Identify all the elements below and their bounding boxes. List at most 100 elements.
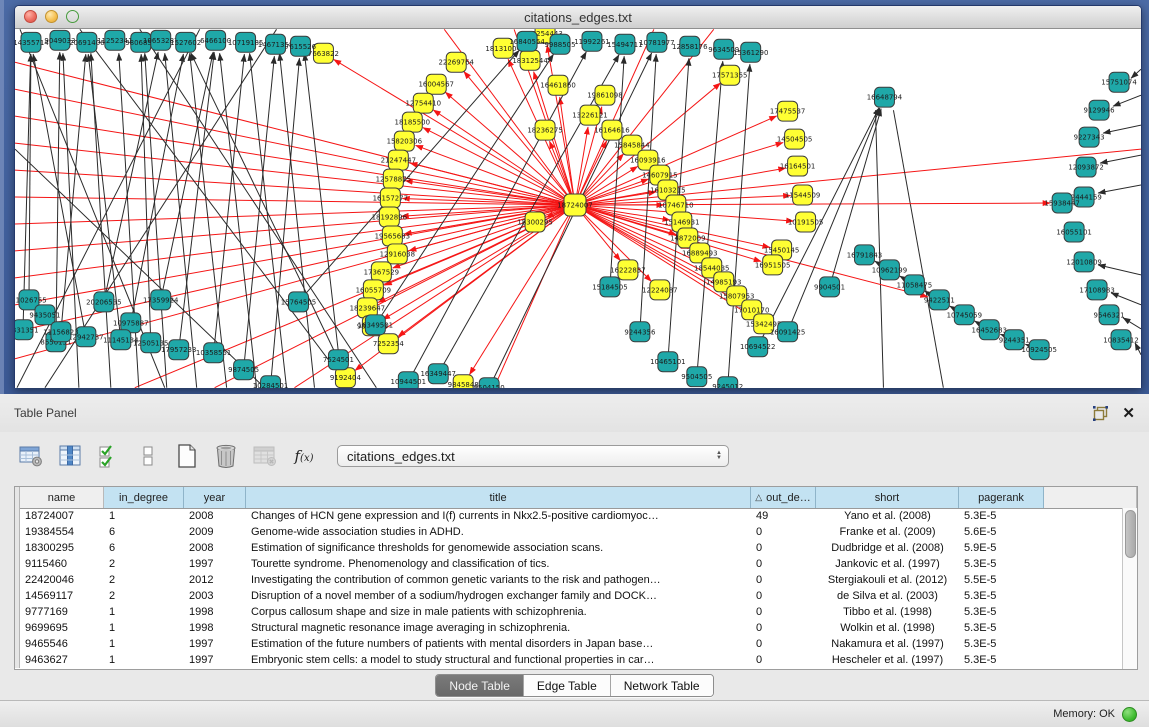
cell-in_degree[interactable]: 1 <box>104 510 184 522</box>
cell-title[interactable]: Investigating the contribution of common… <box>246 574 751 586</box>
table-row[interactable]: 977716911998Corpus callosum shape and si… <box>15 604 1122 620</box>
column-header-name[interactable]: name <box>20 487 104 508</box>
cell-year[interactable]: 2008 <box>184 510 246 522</box>
cell-short[interactable]: Dudbridge et al. (2008) <box>816 542 959 554</box>
cell-title[interactable]: Disruption of a novel member of a sodium… <box>246 590 751 602</box>
cell-name[interactable]: 19384554 <box>20 526 104 538</box>
cell-in_degree[interactable]: 6 <box>104 526 184 538</box>
cell-pagerank[interactable]: 5.3E-5 <box>959 510 1044 522</box>
cell-name[interactable]: 9777169 <box>20 606 104 618</box>
cell-year[interactable]: 1997 <box>184 638 246 650</box>
cell-year[interactable]: 2012 <box>184 574 246 586</box>
cell-name[interactable]: 9699695 <box>20 622 104 634</box>
cell-out_degree[interactable]: 0 <box>751 638 816 650</box>
cell-name[interactable]: 18300295 <box>20 542 104 554</box>
cell-short[interactable]: de Silva et al. (2003) <box>816 590 959 602</box>
zoom-window-button[interactable] <box>66 10 79 23</box>
cell-title[interactable]: Structural magnetic resonance image aver… <box>246 622 751 634</box>
table-row[interactable]: 969969511998Structural magnetic resonanc… <box>15 620 1122 636</box>
float-panel-button[interactable] <box>1093 406 1108 421</box>
cell-in_degree[interactable]: 1 <box>104 654 184 666</box>
cell-in_degree[interactable]: 1 <box>104 638 184 650</box>
cell-short[interactable]: Nakamura et al. (1997) <box>816 638 959 650</box>
cell-year[interactable]: 2008 <box>184 542 246 554</box>
network-canvas[interactable]: 1872400722269764160045671275441018185500… <box>15 29 1141 388</box>
cell-in_degree[interactable]: 2 <box>104 590 184 602</box>
network-graph-svg[interactable]: 1872400722269764160045671275441018185500… <box>15 29 1141 388</box>
cell-out_degree[interactable]: 0 <box>751 526 816 538</box>
cell-short[interactable]: Yano et al. (2008) <box>816 510 959 522</box>
scrollbar-thumb[interactable] <box>1125 510 1136 558</box>
tab-network-table[interactable]: Network Table <box>611 675 713 696</box>
window-titlebar[interactable]: citations_edges.txt <box>15 6 1141 29</box>
delete-column-button[interactable] <box>212 442 240 470</box>
tab-edge-table[interactable]: Edge Table <box>524 675 611 696</box>
cell-in_degree[interactable]: 1 <box>104 622 184 634</box>
cell-pagerank[interactable]: 5.3E-5 <box>959 622 1044 634</box>
cell-pagerank[interactable]: 5.3E-5 <box>959 606 1044 618</box>
delete-table-button[interactable] <box>251 442 279 470</box>
column-header-in_degree[interactable]: in_degree <box>104 487 184 508</box>
cell-year[interactable]: 2009 <box>184 526 246 538</box>
cell-pagerank[interactable]: 5.6E-5 <box>959 526 1044 538</box>
cell-short[interactable]: Wolkin et al. (1998) <box>816 622 959 634</box>
table-row[interactable]: 1456911722003Disruption of a novel membe… <box>15 588 1122 604</box>
cell-pagerank[interactable]: 5.3E-5 <box>959 654 1044 666</box>
new-column-button[interactable] <box>173 442 201 470</box>
cell-name[interactable]: 9115460 <box>20 558 104 570</box>
column-header-title[interactable]: title <box>246 487 751 508</box>
cell-short[interactable]: Hescheler et al. (1997) <box>816 654 959 666</box>
cell-pagerank[interactable]: 5.3E-5 <box>959 638 1044 650</box>
table-row[interactable]: 946362711997Embryonic stem cells: a mode… <box>15 652 1122 668</box>
cell-year[interactable]: 1998 <box>184 622 246 634</box>
cell-title[interactable]: Embryonic stem cells: a model to study s… <box>246 654 751 666</box>
cell-out_degree[interactable]: 0 <box>751 606 816 618</box>
cell-short[interactable]: Franke et al. (2009) <box>816 526 959 538</box>
cell-out_degree[interactable]: 0 <box>751 542 816 554</box>
cell-in_degree[interactable]: 2 <box>104 558 184 570</box>
cell-year[interactable]: 1998 <box>184 606 246 618</box>
cell-in_degree[interactable]: 2 <box>104 574 184 586</box>
cell-out_degree[interactable]: 0 <box>751 574 816 586</box>
column-visibility-button[interactable] <box>56 442 84 470</box>
cell-title[interactable]: Estimation of the future numbers of pati… <box>246 638 751 650</box>
column-header-short[interactable]: short <box>816 487 959 508</box>
table-row[interactable]: 1830029562008Estimation of significance … <box>15 540 1122 556</box>
table-row[interactable]: 946554611997Estimation of the future num… <box>15 636 1122 652</box>
select-all-columns-button[interactable] <box>95 442 123 470</box>
table-mode-button[interactable] <box>17 442 45 470</box>
cell-in_degree[interactable]: 1 <box>104 606 184 618</box>
cell-short[interactable]: Stergiakouli et al. (2012) <box>816 574 959 586</box>
close-panel-button[interactable]: ✕ <box>1122 406 1135 421</box>
cell-title[interactable]: Estimation of significance thresholds fo… <box>246 542 751 554</box>
cell-in_degree[interactable]: 6 <box>104 542 184 554</box>
close-window-button[interactable] <box>24 10 37 23</box>
table-row[interactable]: 2242004622012Investigating the contribut… <box>15 572 1122 588</box>
column-header-out_degree[interactable]: △out_de… <box>751 487 816 508</box>
cell-year[interactable]: 2003 <box>184 590 246 602</box>
cell-title[interactable]: Tourette syndrome. Phenomenology and cla… <box>246 558 751 570</box>
cell-out_degree[interactable]: 0 <box>751 622 816 634</box>
cell-year[interactable]: 1997 <box>184 558 246 570</box>
cell-name[interactable]: 14569117 <box>20 590 104 602</box>
cell-title[interactable]: Genome-wide association studies in ADHD. <box>246 526 751 538</box>
cell-name[interactable]: 18724007 <box>20 510 104 522</box>
cell-name[interactable]: 22420046 <box>20 574 104 586</box>
function-builder-button[interactable]: f(x) <box>290 442 318 470</box>
cell-title[interactable]: Corpus callosum shape and size in male p… <box>246 606 751 618</box>
table-panel-titlebar[interactable]: Table Panel ✕ <box>0 394 1149 432</box>
cell-pagerank[interactable]: 5.5E-5 <box>959 574 1044 586</box>
table-selector-dropdown[interactable]: citations_edges.txt ▲▼ <box>337 445 729 467</box>
cell-out_degree[interactable]: 0 <box>751 558 816 570</box>
cell-name[interactable]: 9463627 <box>20 654 104 666</box>
column-header-pagerank[interactable]: pagerank <box>959 487 1044 508</box>
cell-year[interactable]: 1997 <box>184 654 246 666</box>
cell-short[interactable]: Tibbo et al. (1998) <box>816 606 959 618</box>
minimize-window-button[interactable] <box>45 10 58 23</box>
column-header-year[interactable]: year <box>184 487 246 508</box>
tab-node-table[interactable]: Node Table <box>436 675 524 696</box>
unselect-all-columns-button[interactable] <box>134 442 162 470</box>
cell-title[interactable]: Changes of HCN gene expression and I(f) … <box>246 510 751 522</box>
table-vertical-scrollbar[interactable] <box>1122 508 1137 669</box>
cell-pagerank[interactable]: 5.3E-5 <box>959 558 1044 570</box>
